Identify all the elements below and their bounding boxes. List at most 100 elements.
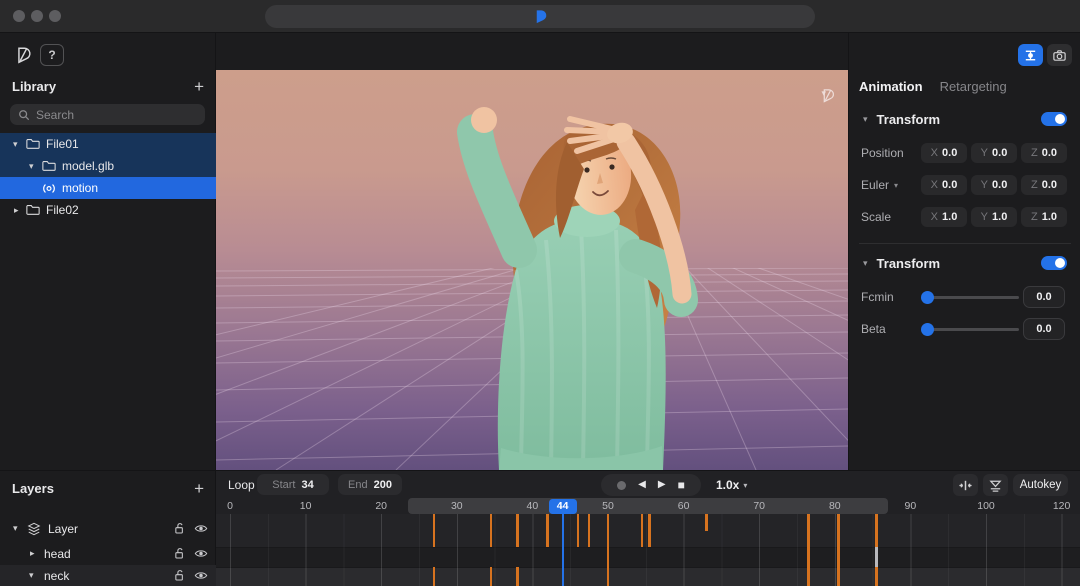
chevron-down-icon[interactable]: ▾ [13,523,18,534]
keyframe-marker[interactable] [607,567,610,586]
keyframe-marker[interactable] [807,567,810,586]
library-sidebar: ? Library + ▾ File01 ▾ model.glb [0,33,216,470]
chevron-down-icon[interactable]: ▾ [29,570,34,581]
euler-y-field[interactable]: Y 0.0 [971,175,1017,195]
viewport-gizmo-dropdown[interactable]: ▾ [821,88,826,99]
position-z-field[interactable]: Z 0.0 [1021,143,1067,163]
play-button[interactable]: ▶ [658,480,666,490]
titlebar-tab[interactable] [265,5,815,28]
euler-x-field[interactable]: X 0.0 [921,175,967,195]
keyframe-marker[interactable] [807,547,810,567]
keyframe-marker[interactable] [648,514,651,547]
keyframe-marker[interactable] [490,514,493,547]
camera-mode-button[interactable] [1047,44,1072,66]
chevron-down-icon[interactable]: ▾ [894,181,898,190]
keyframe-marker[interactable] [705,514,708,531]
jump-to-keyframe-button[interactable] [953,474,978,496]
chevron-right-icon[interactable]: ▸ [14,205,19,216]
keyframe-marker[interactable] [807,514,810,547]
tree-item-motion-selected[interactable]: motion [0,177,216,199]
keyframe-marker[interactable] [641,514,644,547]
app-menu-button[interactable] [12,44,36,66]
timeline-tracks[interactable] [216,514,1080,586]
keyframe-marker[interactable] [837,514,840,547]
tree-item-model-glb[interactable]: ▾ model.glb [0,155,216,177]
playhead-badge[interactable]: 44 [549,499,577,514]
keyframe-marker[interactable] [607,547,610,567]
tab-animation[interactable]: Animation [859,79,923,94]
layers-add-button[interactable]: + [194,480,204,497]
lock-open-icon[interactable] [173,547,186,560]
viewport-3d[interactable]: ▾ [216,70,848,470]
keyframe-marker[interactable] [837,567,840,586]
window-close-button[interactable] [13,10,25,22]
library-add-button[interactable]: + [194,78,204,95]
eye-icon[interactable] [194,522,208,535]
bake-keyframes-button[interactable] [983,474,1008,496]
playback-speed-dropdown[interactable]: 1.0x ▾ [716,478,747,492]
fcmin-value[interactable]: 0.0 [1023,286,1065,308]
transform-toggle[interactable] [1041,112,1067,126]
window-zoom-button[interactable] [49,10,61,22]
keyframe-marker[interactable] [516,567,519,586]
keyframe-marker[interactable] [433,514,436,547]
animation-mode-button[interactable] [1018,44,1043,66]
lock-open-icon[interactable] [173,569,186,582]
loop-region-band[interactable] [408,498,888,514]
chevron-down-icon[interactable]: ▾ [13,139,18,150]
keyframe-marker[interactable] [577,514,580,547]
keyframe-marker[interactable] [607,514,610,547]
keyframe-marker[interactable] [516,514,519,547]
beta-slider[interactable] [923,328,1019,331]
stop-button[interactable]: ■ [678,480,685,490]
end-frame-field[interactable]: End 200 [338,474,402,495]
fcmin-slider[interactable] [923,296,1019,299]
scale-y-field[interactable]: Y 1.0 [971,207,1017,227]
record-button[interactable] [617,481,626,490]
loop-label[interactable]: Loop [228,478,255,492]
keyframe-marker[interactable] [837,547,840,567]
eye-icon[interactable] [194,569,208,582]
autokey-button[interactable]: Autokey [1013,474,1068,496]
position-y-field[interactable]: Y 0.0 [971,143,1017,163]
layer-label: neck [44,569,69,583]
transform2-section-header[interactable]: ▾ Transform [849,253,1080,273]
keyframe-marker[interactable] [546,514,549,547]
layer-row-layer[interactable]: ▾ Layer [0,518,216,540]
layer-row-head[interactable]: ▸ head [0,543,216,565]
chevron-down-icon[interactable]: ▾ [29,161,34,172]
start-frame-field[interactable]: Start 34 [257,474,329,495]
search-input[interactable] [36,108,176,122]
playhead-line[interactable] [562,514,564,586]
keyframe-marker[interactable] [875,567,878,586]
keyframe-marker[interactable] [875,547,878,567]
tree-item-file01[interactable]: ▾ File01 [0,133,216,155]
keyframe-marker[interactable] [875,514,878,547]
step-back-button[interactable]: ◀ [638,480,646,490]
lock-open-icon[interactable] [173,522,186,535]
layer-label: Layer [48,522,78,536]
euler-z-field[interactable]: Z 0.0 [1021,175,1067,195]
chevron-right-icon[interactable]: ▸ [30,548,35,559]
window-minimize-button[interactable] [31,10,43,22]
tab-retargeting[interactable]: Retargeting [940,79,1007,94]
transform2-toggle[interactable] [1041,256,1067,270]
scale-z-field[interactable]: Z 1.0 [1021,207,1067,227]
beta-value[interactable]: 0.0 [1023,318,1065,340]
keyframe-marker[interactable] [490,567,493,586]
position-x-field[interactable]: X 0.0 [921,143,967,163]
transform-section-header[interactable]: ▾ Transform [849,109,1080,129]
keyframe-marker[interactable] [588,514,591,547]
eye-icon[interactable] [194,547,208,560]
help-button[interactable]: ? [40,44,64,66]
app-logo-icon [533,9,548,24]
library-search[interactable] [10,104,205,125]
character-model [216,70,848,470]
layer-row-neck[interactable]: ▾ neck [0,565,216,586]
slider-thumb[interactable] [921,323,934,336]
keyframe-marker[interactable] [433,567,436,586]
scale-x-field[interactable]: X 1.0 [921,207,967,227]
tree-item-file02[interactable]: ▸ File02 [0,199,216,221]
timeline-ruler[interactable]: 0102030405060708090100120 [216,498,1080,514]
slider-thumb[interactable] [921,291,934,304]
